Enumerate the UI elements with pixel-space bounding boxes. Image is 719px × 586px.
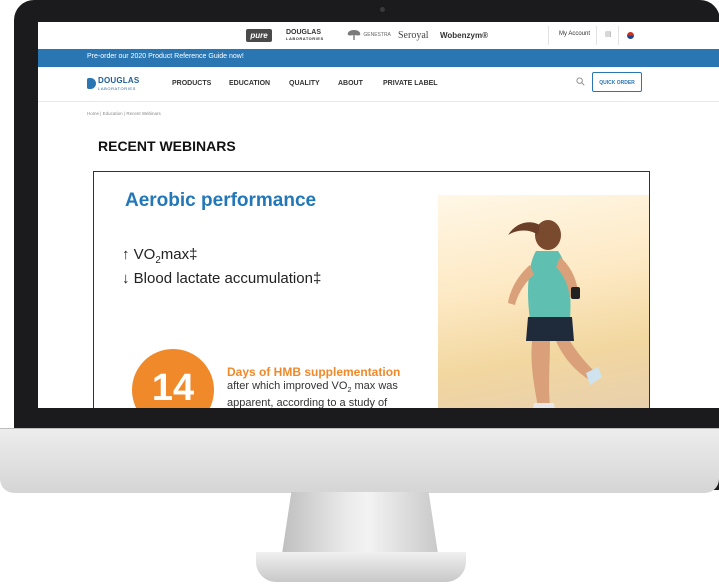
douglas-logo[interactable]: DOUGLAS LABORATORIES (87, 76, 139, 92)
nav-item-private-label[interactable]: PRIVATE LABEL (383, 80, 438, 87)
brand-genestra-logo[interactable]: GENESTRA (346, 29, 391, 42)
logo-word: DOUGLAS (98, 76, 140, 85)
brand-bar: pure DOUGLAS LABORATORIES GENESTRA Seroy… (38, 22, 719, 50)
page-title: RECENT WEBINARS (98, 138, 236, 154)
search-icon[interactable] (576, 77, 585, 86)
slide-title: Aerobic performance (125, 190, 317, 211)
monitor-stand-base (256, 552, 466, 582)
my-account-link[interactable]: My Account (559, 31, 590, 37)
nav-item-products[interactable]: PRODUCTS (172, 80, 211, 87)
brand-genestra-word: GENESTRA (363, 32, 391, 38)
webinar-slide[interactable]: Aerobic performance ↑ VO2max‡ ↓ Blood la… (93, 171, 650, 408)
slide-bullet-lactate: ↓ Blood lactate accumulation‡ (122, 270, 322, 287)
divider (548, 26, 549, 45)
us-flag-icon[interactable] (627, 32, 634, 39)
nav-item-education[interactable]: EDUCATION (229, 80, 270, 87)
nav-item-about[interactable]: ABOUT (338, 80, 363, 87)
slide-bullet-vo2max: ↑ VO2max‡ (122, 246, 197, 266)
stat-desc-text: after which improved VO (227, 380, 348, 392)
divider (618, 26, 619, 45)
tree-icon (347, 30, 361, 41)
monitor-chin (0, 428, 719, 493)
promo-text[interactable]: Pre-order our 2020 Product Reference Gui… (87, 53, 244, 60)
cart-icon[interactable]: ▤ (605, 30, 612, 38)
logo-sub: LABORATORIES (98, 86, 136, 91)
monitor-screen: pure DOUGLAS LABORATORIES GENESTRA Seroy… (38, 22, 719, 408)
divider (596, 26, 597, 45)
brand-douglas-logo[interactable]: DOUGLAS LABORATORIES (286, 29, 324, 42)
monitor-stand-neck (282, 492, 438, 554)
breadcrumb[interactable]: Home | Education | Recent Webinars (87, 111, 161, 116)
main-nav: DOUGLAS LABORATORIES PRODUCTS EDUCATION … (38, 67, 719, 102)
brand-wobenzym-logo[interactable]: Wobenzym® (440, 29, 488, 42)
stat-heading: Days of HMB supplementation (227, 365, 401, 379)
quick-order-button[interactable]: QUICK ORDER (592, 72, 642, 92)
logo-mark-icon (87, 78, 96, 89)
runner-photo (438, 195, 649, 408)
runner-illustration (508, 220, 602, 408)
brand-douglas-sub: LABORATORIES (286, 36, 324, 41)
stat-circle: 14 (132, 349, 214, 408)
nav-item-quality[interactable]: QUALITY (289, 80, 320, 87)
brand-seroyal-logo[interactable]: Seroyal (398, 29, 429, 42)
slide-bullet-text: max‡ (160, 246, 198, 263)
camera-dot (380, 7, 385, 12)
slide-bullet-text: ↑ VO (122, 246, 156, 263)
stat-description: after which improved VO2 max was apparen… (227, 380, 417, 408)
promo-bar[interactable]: Pre-order our 2020 Product Reference Gui… (38, 49, 719, 67)
brand-pure-logo[interactable]: pure (246, 29, 272, 42)
brand-douglas-word: DOUGLAS (286, 29, 321, 36)
